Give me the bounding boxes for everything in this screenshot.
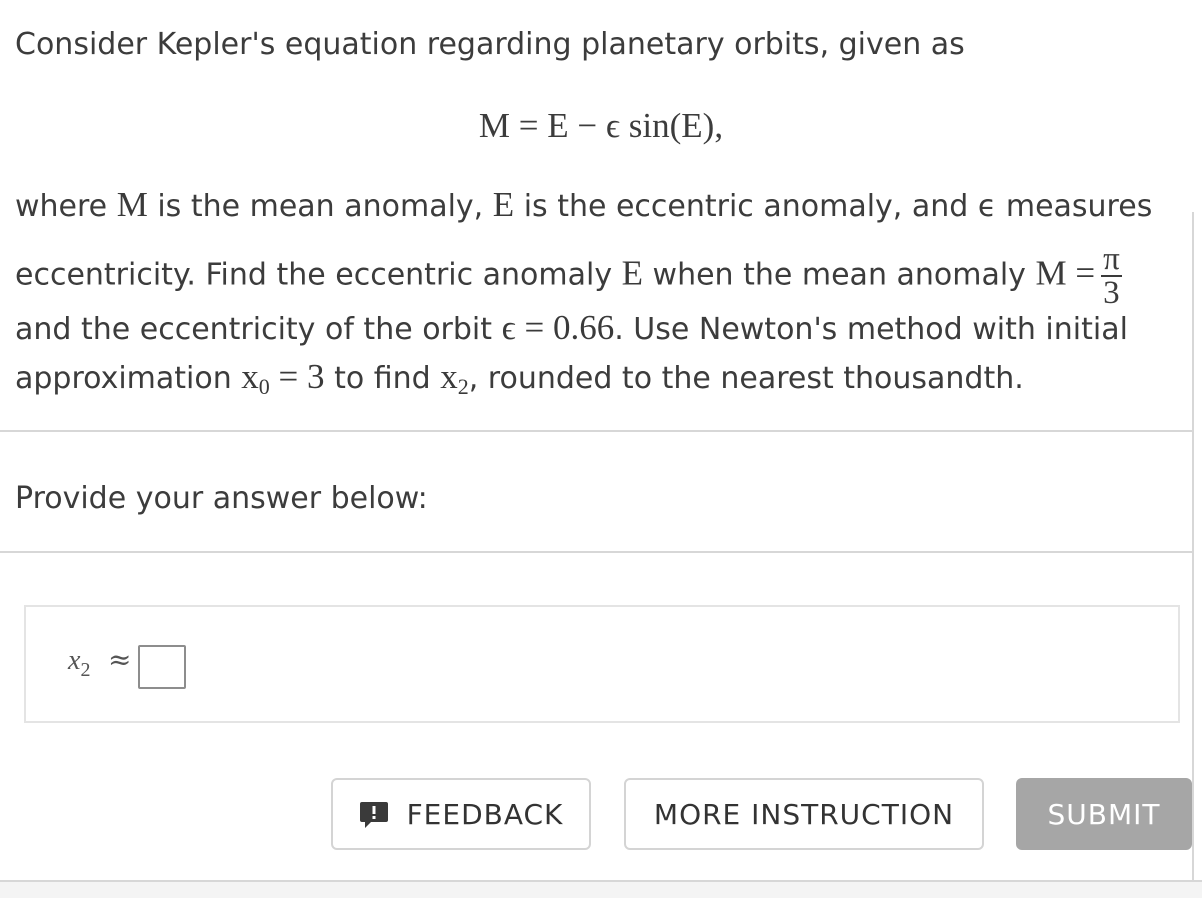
answer-input[interactable] (138, 645, 186, 689)
question-intro: Consider Kepler's equation regarding pla… (15, 27, 965, 62)
q1-text-d: measures (996, 189, 1153, 224)
q3-eps-value: ϵ = 0.66 (501, 308, 615, 347)
bottom-edge (0, 880, 1202, 898)
question-line-4: approximation x0 = 3 to find x2, rounded… (15, 357, 1024, 407)
question-line-3: and the eccentricity of the orbit ϵ = 0.… (15, 308, 1128, 350)
q4-text-b: to find (324, 361, 441, 396)
x2-label: x2 (68, 645, 91, 681)
q1-text-b: is the mean anomaly, (147, 189, 493, 224)
q1-M: M (116, 185, 148, 224)
fraction-denominator: 3 (1103, 275, 1120, 311)
q4-x0: x0 (241, 357, 270, 399)
q1-text-a: where (15, 189, 117, 224)
submit-button[interactable]: SUBMIT (1016, 778, 1192, 850)
pi-over-3-fraction: π3 (1101, 241, 1122, 311)
q4-text-c: , rounded to the nearest thousandth. (468, 361, 1024, 396)
q4-equals-3: = 3 (269, 357, 325, 396)
kepler-equation: M = E − ϵ sin(E), (478, 106, 724, 145)
q2-E: E (621, 253, 644, 293)
divider-bottom (0, 551, 1194, 553)
answer-box: x2 ≈ (24, 605, 1180, 723)
q1-eps: ϵ (977, 189, 997, 224)
q2-M-equals: M = (1035, 253, 1096, 293)
approx-symbol: ≈ (108, 643, 132, 676)
divider-top (0, 430, 1194, 432)
feedback-button[interactable]: FEEDBACK (331, 778, 591, 850)
submit-label: SUBMIT (1047, 797, 1161, 831)
q4-text-a: approximation (15, 361, 242, 396)
right-edge-border (1192, 212, 1202, 884)
fraction-numerator: π (1101, 241, 1122, 277)
q1-text-c: is the eccentric anomaly, and (514, 189, 978, 224)
q3-text-b: . Use Newton's method with initial (614, 312, 1128, 347)
question-line-1: where M is the mean anomaly, E is the ec… (15, 185, 1152, 227)
answer-prompt: Provide your answer below: (15, 481, 428, 516)
feedback-button-label: FEEDBACK (406, 797, 564, 831)
q1-E: E (492, 185, 515, 224)
q4-x2: x2 (440, 357, 469, 399)
more-instruction-button[interactable]: MORE INSTRUCTION (624, 778, 984, 850)
q2-text-a: eccentricity. Find the eccentric anomaly (15, 257, 622, 293)
q3-text-a: and the eccentricity of the orbit (15, 312, 502, 347)
feedback-icon (359, 800, 389, 828)
question-line-2: eccentricity. Find the eccentric anomaly… (15, 241, 1122, 311)
q2-text-b: when the mean anomaly (643, 257, 1036, 293)
more-instruction-label: MORE INSTRUCTION (653, 797, 955, 831)
